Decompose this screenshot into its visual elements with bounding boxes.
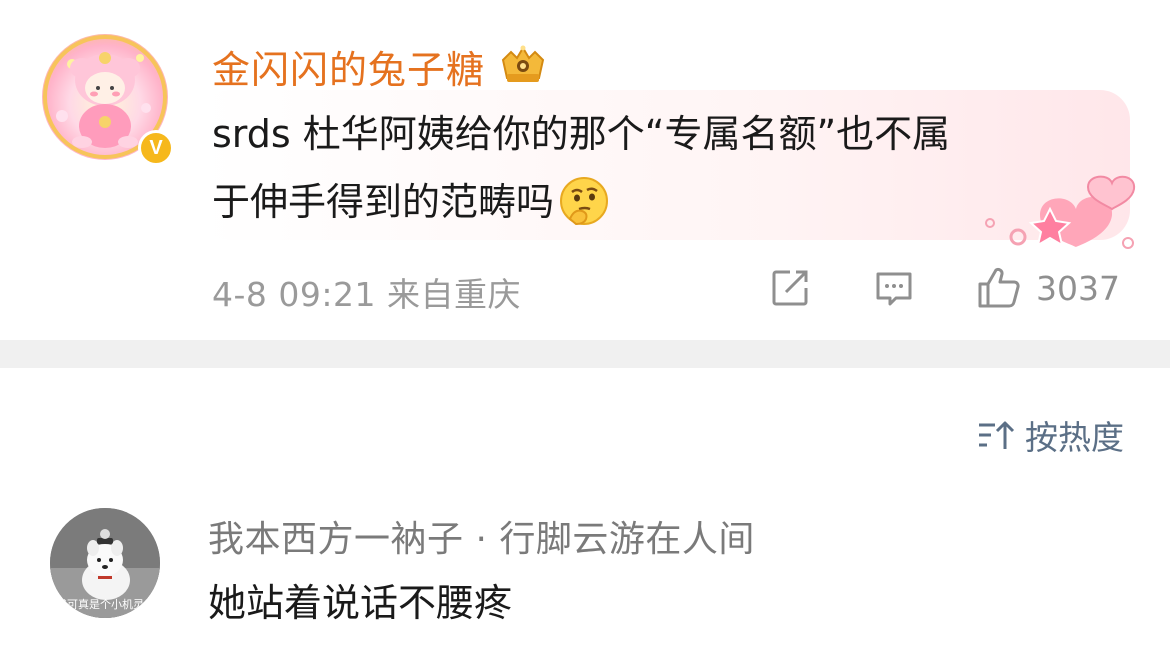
avatar-caption: 我可真是个小机灵鬼	[56, 598, 155, 611]
section-divider	[0, 340, 1170, 368]
post-content[interactable]: srds 杜华阿姨给你的那个“专属名额”也不属 于伸手得到的范畴吗	[212, 100, 1112, 236]
content-line-1: srds 杜华阿姨给你的那个“专属名额”也不属	[212, 112, 951, 156]
username-row: 金闪闪的兔子糖	[212, 40, 549, 92]
like-count: 3037	[1036, 268, 1120, 308]
comment-text[interactable]: 她站着说话不腰疼	[208, 572, 512, 627]
thumbs-up-icon	[978, 267, 1020, 308]
content-line-2: 于伸手得到的范畴吗	[212, 168, 1112, 236]
comment-button[interactable]	[872, 264, 916, 312]
verified-badge-icon: V	[138, 130, 174, 166]
share-icon	[772, 270, 808, 306]
post-location: 来自重庆	[387, 275, 521, 314]
post-avatar[interactable]: V	[42, 34, 174, 166]
like-button[interactable]: 3037	[974, 264, 1120, 312]
post-username[interactable]: 金闪闪的兔子糖	[212, 39, 485, 94]
crown-badge-icon[interactable]	[497, 44, 549, 88]
comment-avatar[interactable]: 我可真是个小机灵鬼	[50, 508, 160, 618]
post-meta-text: 4-8 09:21 来自重庆	[212, 268, 521, 316]
content-line-2-text: 于伸手得到的范畴吗	[212, 180, 555, 224]
post-meta-row: 4-8 09:21 来自重庆 3037	[212, 264, 1128, 314]
post-timestamp: 4-8 09:21	[212, 275, 376, 314]
weibo-post: V 金闪闪的兔子糖 srds 杜华阿姨给你的那个“专属名额”也不属 于伸手得到的…	[0, 0, 1170, 340]
share-button[interactable]	[768, 264, 812, 312]
sort-by-hot-button[interactable]: 按热度	[977, 412, 1124, 458]
thinking-face-icon	[560, 176, 609, 225]
comment-username[interactable]: 我本西方一衲子 · 行脚云游在人间	[208, 510, 755, 562]
comment-icon	[876, 272, 912, 306]
sort-label: 按热度	[1025, 418, 1124, 457]
sort-icon	[979, 421, 1015, 449]
